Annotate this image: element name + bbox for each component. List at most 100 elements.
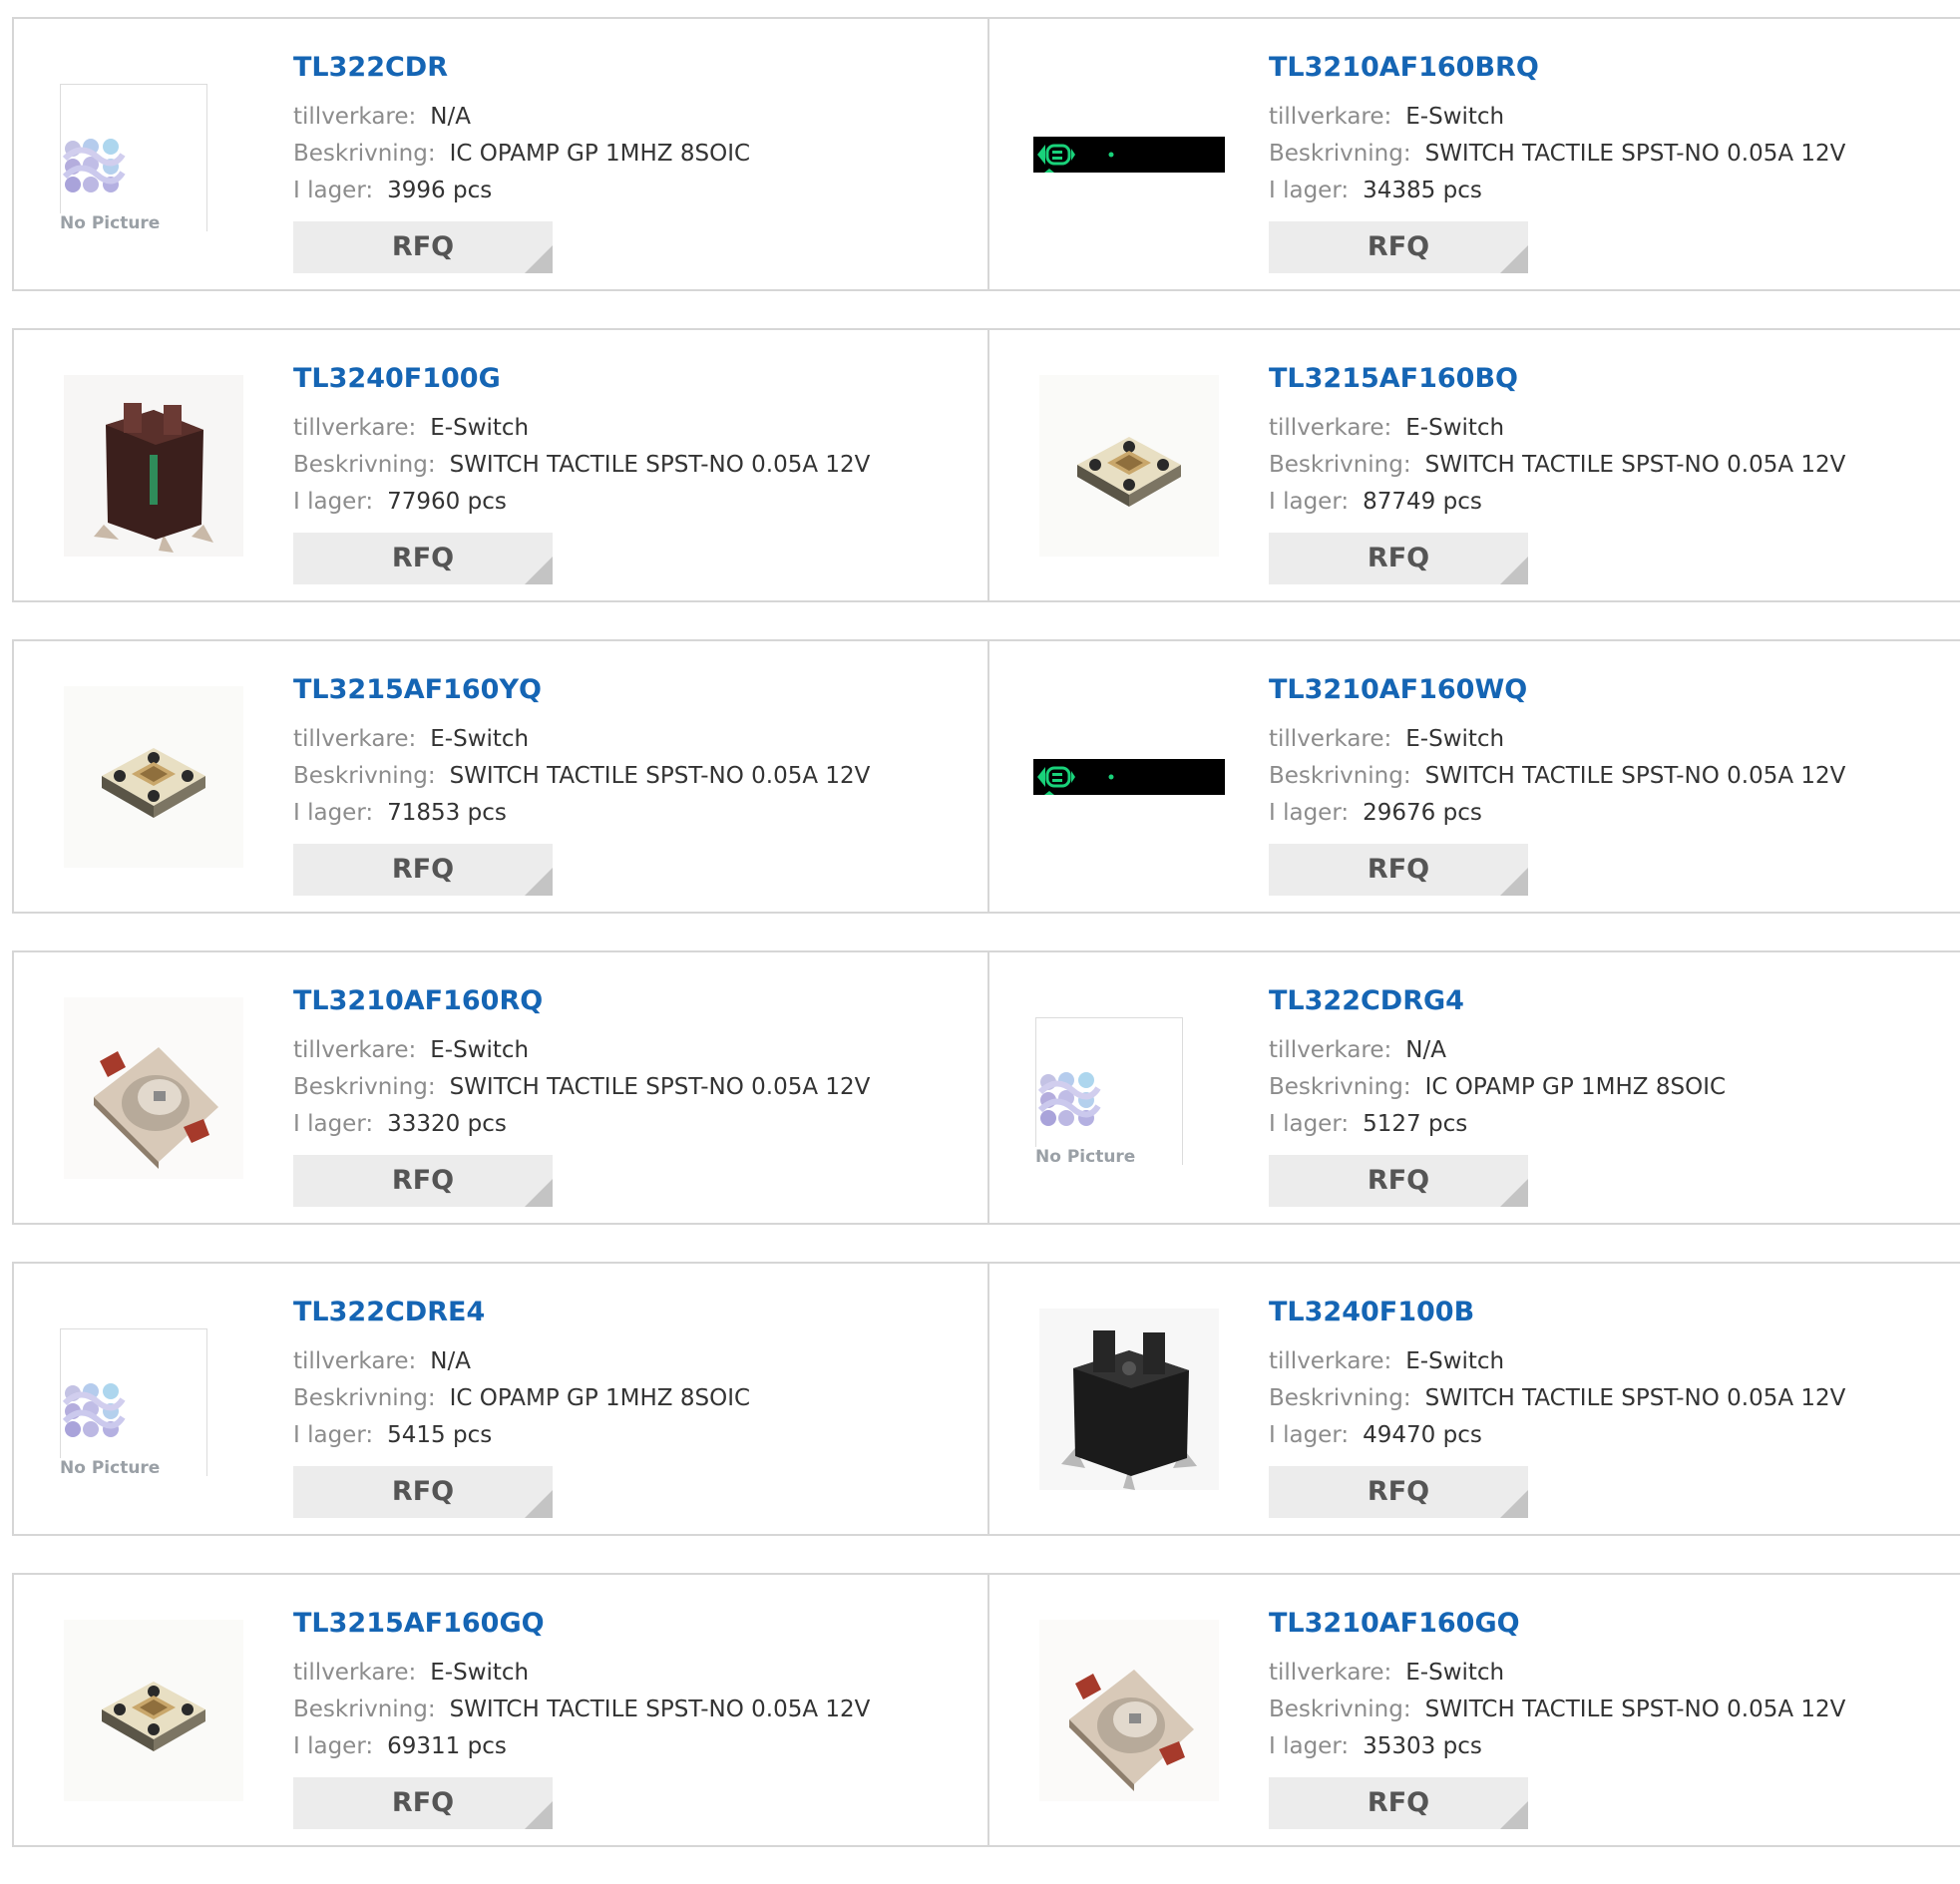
product-image[interactable] xyxy=(54,375,253,557)
rfq-button[interactable]: RFQ xyxy=(293,1155,553,1207)
stock-row: I lager: 69311 pcs xyxy=(293,1728,870,1765)
manufacturer-value: E-Switch xyxy=(1405,1348,1505,1374)
rfq-button[interactable]: RFQ xyxy=(1269,844,1528,896)
stock-row: I lager: 77960 pcs xyxy=(293,484,870,521)
description-value: IC OPAMP GP 1MHZ 8SOIC xyxy=(449,1385,751,1411)
stock-row: I lager: 87749 pcs xyxy=(1269,484,1845,521)
rfq-button[interactable]: RFQ xyxy=(1269,1155,1528,1207)
description-label: Beskrivning: xyxy=(1269,1074,1411,1100)
product-info: TL3240F100B tillverkare: E-Switch Beskriv… xyxy=(1269,1294,1845,1518)
product-info: TL3240F100G tillverkare: E-Switch Beskriv… xyxy=(293,360,870,584)
part-number-link[interactable]: TL3210AF160BRQ xyxy=(1269,49,1845,87)
stock-row: I lager: 33320 pcs xyxy=(293,1106,870,1143)
manufacturer-row: tillverkare: E-Switch xyxy=(1269,1343,1845,1380)
stock-value: 49470 pcs xyxy=(1363,1422,1482,1448)
part-number-link[interactable]: TL3240F100B xyxy=(1269,1294,1845,1331)
manufacturer-label: tillverkare: xyxy=(293,1348,417,1374)
manufacturer-value: E-Switch xyxy=(1405,1660,1505,1686)
product-image[interactable]: No Picture xyxy=(54,1309,253,1490)
manufacturer-value: E-Switch xyxy=(430,1660,530,1686)
product-image[interactable]: No Picture xyxy=(54,64,253,245)
product-image[interactable] xyxy=(1029,686,1229,868)
part-number-link[interactable]: TL3215AF160YQ xyxy=(293,671,870,709)
stock-label: I lager: xyxy=(1269,489,1350,515)
manufacturer-value: N/A xyxy=(430,104,471,130)
rfq-button[interactable]: RFQ xyxy=(293,221,553,273)
stock-value: 5127 pcs xyxy=(1363,1111,1468,1137)
product-card: TL3215AF160GQ tillverkare: E-Switch Beskr… xyxy=(14,1575,987,1845)
product-card: TL3210AF160RQ tillverkare: E-Switch Beskr… xyxy=(14,952,987,1223)
stock-label: I lager: xyxy=(293,1111,374,1137)
description-row: Beskrivning: IC OPAMP GP 1MHZ 8SOIC xyxy=(293,136,750,173)
manufacturer-label: tillverkare: xyxy=(293,104,417,130)
part-number-link[interactable]: TL322CDRE4 xyxy=(293,1294,750,1331)
manufacturer-row: tillverkare: E-Switch xyxy=(293,1655,870,1692)
product-card: No Picture TL322CDR tillverkare: N/A Besk… xyxy=(14,19,987,289)
cream-switch-picture xyxy=(1039,375,1219,557)
description-row: Beskrivning: SWITCH TACTILE SPST-NO 0.05A… xyxy=(1269,136,1845,173)
manufacturer-value: E-Switch xyxy=(1405,726,1505,752)
product-image[interactable] xyxy=(54,997,253,1179)
product-info: TL3210AF160WQ tillverkare: E-Switch Beskr… xyxy=(1269,671,1845,896)
stock-row: I lager: 29676 pcs xyxy=(1269,795,1845,832)
manufacturer-value: E-Switch xyxy=(1405,104,1505,130)
rfq-button[interactable]: RFQ xyxy=(293,533,553,584)
manufacturer-label: tillverkare: xyxy=(293,1660,417,1686)
part-number-link[interactable]: TL3215AF160GQ xyxy=(293,1605,870,1643)
product-info: TL322CDRE4 tillverkare: N/A Beskrivning: I… xyxy=(293,1294,750,1518)
stock-row: I lager: 5415 pcs xyxy=(293,1417,750,1454)
description-value: SWITCH TACTILE SPST-NO 0.05A 12V xyxy=(1424,763,1846,789)
stock-row: I lager: 35303 pcs xyxy=(1269,1728,1845,1765)
manufacturer-label: tillverkare: xyxy=(1269,104,1392,130)
product-image[interactable] xyxy=(1029,1620,1229,1801)
stock-value: 35303 pcs xyxy=(1363,1733,1482,1759)
manufacturer-row: tillverkare: N/A xyxy=(1269,1032,1726,1069)
product-image[interactable] xyxy=(54,686,253,868)
manufacturer-label: tillverkare: xyxy=(1269,1660,1392,1686)
product-image[interactable] xyxy=(54,1620,253,1801)
description-label: Beskrivning: xyxy=(1269,763,1411,789)
rfq-button[interactable]: RFQ xyxy=(1269,533,1528,584)
description-row: Beskrivning: SWITCH TACTILE SPST-NO 0.05A… xyxy=(293,1069,870,1106)
stock-value: 3996 pcs xyxy=(387,178,493,203)
description-label: Beskrivning: xyxy=(293,1385,436,1411)
part-number-link[interactable]: TL322CDRG4 xyxy=(1269,982,1726,1020)
description-value: SWITCH TACTILE SPST-NO 0.05A 12V xyxy=(1424,452,1846,478)
description-row: Beskrivning: SWITCH TACTILE SPST-NO 0.05A… xyxy=(1269,758,1845,795)
description-label: Beskrivning: xyxy=(293,763,436,789)
product-image[interactable] xyxy=(1029,64,1229,245)
manufacturer-row: tillverkare: E-Switch xyxy=(293,1032,870,1069)
description-value: SWITCH TACTILE SPST-NO 0.05A 12V xyxy=(449,1074,871,1100)
manufacturer-label: tillverkare: xyxy=(1269,1037,1392,1063)
manufacturer-row: tillverkare: E-Switch xyxy=(1269,410,1845,447)
product-image[interactable] xyxy=(1029,375,1229,557)
manufacturer-row: tillverkare: N/A xyxy=(293,99,750,136)
rfq-button[interactable]: RFQ xyxy=(1269,221,1528,273)
description-row: Beskrivning: IC OPAMP GP 1MHZ 8SOIC xyxy=(1269,1069,1726,1106)
product-card: No Picture TL322CDRE4 tillverkare: N/A Be… xyxy=(14,1264,987,1534)
manufacturer-row: tillverkare: E-Switch xyxy=(293,410,870,447)
product-image[interactable] xyxy=(1029,1309,1229,1490)
product-card: TL3210AF160WQ tillverkare: E-Switch Beskr… xyxy=(987,641,1960,912)
red-switch-picture xyxy=(64,997,243,1179)
part-number-link[interactable]: TL3240F100G xyxy=(293,360,870,398)
part-number-link[interactable]: TL3210AF160RQ xyxy=(293,982,870,1020)
description-label: Beskrivning: xyxy=(293,1696,436,1722)
product-card: TL3240F100G tillverkare: E-Switch Beskriv… xyxy=(14,330,987,600)
stock-value: 77960 pcs xyxy=(387,489,507,515)
product-image[interactable]: No Picture xyxy=(1029,997,1229,1179)
part-number-link[interactable]: TL3210AF160GQ xyxy=(1269,1605,1845,1643)
rfq-button[interactable]: RFQ xyxy=(1269,1466,1528,1518)
rfq-button[interactable]: RFQ xyxy=(293,1466,553,1518)
stock-value: 71853 pcs xyxy=(387,800,507,826)
stock-value: 33320 pcs xyxy=(387,1111,507,1137)
product-row: TL3215AF160YQ tillverkare: E-Switch Beskr… xyxy=(12,639,1960,914)
rfq-button[interactable]: RFQ xyxy=(293,1777,553,1829)
part-number-link[interactable]: TL322CDR xyxy=(293,49,750,87)
rfq-button[interactable]: RFQ xyxy=(293,844,553,896)
rfq-button[interactable]: RFQ xyxy=(1269,1777,1528,1829)
placeholder-logo-icon xyxy=(62,1383,126,1437)
part-number-link[interactable]: TL3215AF160BQ xyxy=(1269,360,1845,398)
cream-switch-picture xyxy=(64,686,243,868)
part-number-link[interactable]: TL3210AF160WQ xyxy=(1269,671,1845,709)
